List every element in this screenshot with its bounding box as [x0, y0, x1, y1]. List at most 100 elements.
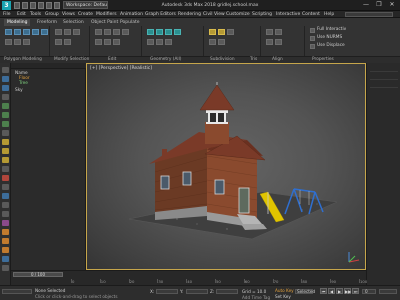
schematic-view-icon[interactable]	[2, 211, 9, 217]
menu-help[interactable]: Help	[324, 11, 334, 18]
pin-stack-icon[interactable]	[23, 39, 30, 45]
close-button[interactable]: ✕	[386, 0, 398, 10]
key-filter-select[interactable]: Selected	[295, 289, 315, 294]
undo-icon[interactable]	[38, 2, 44, 9]
menu-rendering[interactable]: Rendering	[178, 11, 201, 18]
detach-icon[interactable]	[147, 39, 154, 45]
loop-icon[interactable]	[73, 29, 80, 35]
coord-z-input[interactable]	[216, 289, 238, 294]
scene-explorer-line[interactable]: Tree	[19, 81, 28, 86]
layer-explorer-icon[interactable]	[2, 193, 9, 199]
modify-mode-icon[interactable]	[5, 39, 12, 45]
new-file-icon[interactable]	[14, 2, 20, 9]
vertex-icon[interactable]	[5, 29, 12, 35]
use-displacement-icon[interactable]	[227, 29, 234, 35]
coord-y-input[interactable]	[186, 289, 208, 294]
angle-snap-icon[interactable]	[2, 148, 9, 154]
preserve-uvs-icon[interactable]	[95, 29, 102, 35]
menu-animation[interactable]: Animation	[120, 11, 143, 18]
redo-icon[interactable]	[46, 2, 52, 9]
menu-tools[interactable]: Tools	[30, 11, 41, 18]
collapse-stack-icon[interactable]	[14, 39, 21, 45]
current-frame-input[interactable]: 0	[362, 289, 376, 294]
reference-coordinate-icon[interactable]	[2, 130, 9, 136]
toggle-scene-explorer-icon[interactable]	[2, 265, 9, 271]
cap-poly-icon[interactable]	[156, 39, 163, 45]
polygon-icon[interactable]	[32, 29, 39, 35]
align-x-icon[interactable]	[266, 39, 273, 45]
snaps-toggle-icon[interactable]	[2, 139, 9, 145]
set-key-button[interactable]: Set Key	[275, 294, 291, 299]
create-icon[interactable]	[156, 29, 163, 35]
app-logo-icon[interactable]: 3	[2, 1, 11, 10]
align-icon[interactable]	[2, 184, 9, 190]
maximize-button[interactable]: ❐	[373, 0, 385, 10]
percent-snap-icon[interactable]	[2, 157, 9, 163]
use-nurms-icon[interactable]	[310, 36, 315, 41]
menu-civil-view[interactable]: Civil View	[203, 11, 225, 18]
curve-editor-icon[interactable]	[2, 202, 9, 208]
tessellate-icon[interactable]	[218, 29, 225, 35]
use-displace-label[interactable]: Use Displace	[317, 43, 345, 49]
menu-graph-editors[interactable]: Graph Editors	[145, 11, 176, 18]
menu-interactive[interactable]: Interactive	[276, 11, 300, 18]
grow-icon[interactable]	[55, 29, 62, 35]
search-input[interactable]	[345, 12, 393, 17]
minimize-button[interactable]: —	[360, 0, 372, 10]
maxscript-listener[interactable]	[2, 289, 32, 294]
select-scale-icon[interactable]	[2, 121, 9, 127]
add-time-tag-button[interactable]: Add Time Tag	[242, 295, 270, 300]
quickslice-icon[interactable]	[113, 29, 120, 35]
render-setup-icon[interactable]	[2, 229, 9, 235]
constraints-icon[interactable]	[113, 39, 120, 45]
play-button[interactable]: ▶	[336, 288, 343, 294]
triangulate-icon[interactable]	[209, 39, 216, 45]
edge-icon[interactable]	[14, 29, 21, 35]
ribbon-tab-selection[interactable]: Selection	[60, 19, 87, 26]
element-icon[interactable]	[41, 29, 48, 35]
rectangular-selection-icon[interactable]	[2, 85, 9, 91]
align-view-icon[interactable]	[266, 29, 273, 35]
quadrify-icon[interactable]	[165, 39, 172, 45]
menu-edit[interactable]: Edit	[17, 11, 26, 18]
full-interactivity-icon[interactable]	[310, 28, 315, 33]
save-file-icon[interactable]	[30, 2, 36, 9]
select-by-name-icon[interactable]	[2, 76, 9, 82]
use-displace-icon[interactable]	[310, 44, 315, 49]
meshsmooth-icon[interactable]	[209, 29, 216, 35]
full-interactivity-label[interactable]: Full Interactiv	[317, 27, 346, 33]
align-grid-icon[interactable]	[275, 29, 282, 35]
border-icon[interactable]	[23, 29, 30, 35]
workspace-select[interactable]: Workspace: Default	[63, 1, 108, 9]
menu-modifiers[interactable]: Modifiers	[96, 11, 117, 18]
swiftloop-icon[interactable]	[122, 29, 129, 35]
time-slider[interactable]: 0 / 100	[13, 272, 63, 277]
menu-scripting[interactable]: Scripting	[252, 11, 272, 18]
use-nurms-label[interactable]: Use NURMS	[317, 35, 342, 41]
repeat-icon[interactable]	[104, 29, 111, 35]
menu-views[interactable]: Views	[62, 11, 75, 18]
menu-file[interactable]: File	[3, 11, 11, 18]
relax-icon[interactable]	[147, 29, 154, 35]
ribbon-tab-freeform[interactable]: Freeform	[34, 19, 60, 26]
select-move-icon[interactable]	[2, 103, 9, 109]
similar-icon[interactable]	[64, 39, 71, 45]
menu-create[interactable]: Create	[78, 11, 93, 18]
ring-icon[interactable]	[55, 39, 62, 45]
menu-customize[interactable]: Customize	[226, 11, 250, 18]
ribbon-tab-modeling[interactable]: Modeling	[4, 19, 31, 26]
render-production-icon[interactable]	[2, 247, 9, 253]
open-file-icon[interactable]	[22, 2, 28, 9]
auto-key-button[interactable]: Auto Key	[275, 288, 294, 293]
a360-icon[interactable]	[2, 256, 9, 262]
cut-icon[interactable]	[95, 39, 102, 45]
attach-icon[interactable]	[165, 29, 172, 35]
spinner-snap-icon[interactable]	[2, 166, 9, 172]
p-connect-icon[interactable]	[104, 39, 111, 45]
go-to-start-button[interactable]: ⏮	[320, 288, 327, 294]
project-folder-icon[interactable]	[54, 2, 60, 9]
window-crossing-icon[interactable]	[2, 94, 9, 100]
perspective-viewport[interactable]: [+] [Perspective] [Realistic]	[86, 63, 366, 270]
menu-content[interactable]: Content	[302, 11, 320, 18]
time-configuration-button[interactable]	[379, 289, 397, 294]
